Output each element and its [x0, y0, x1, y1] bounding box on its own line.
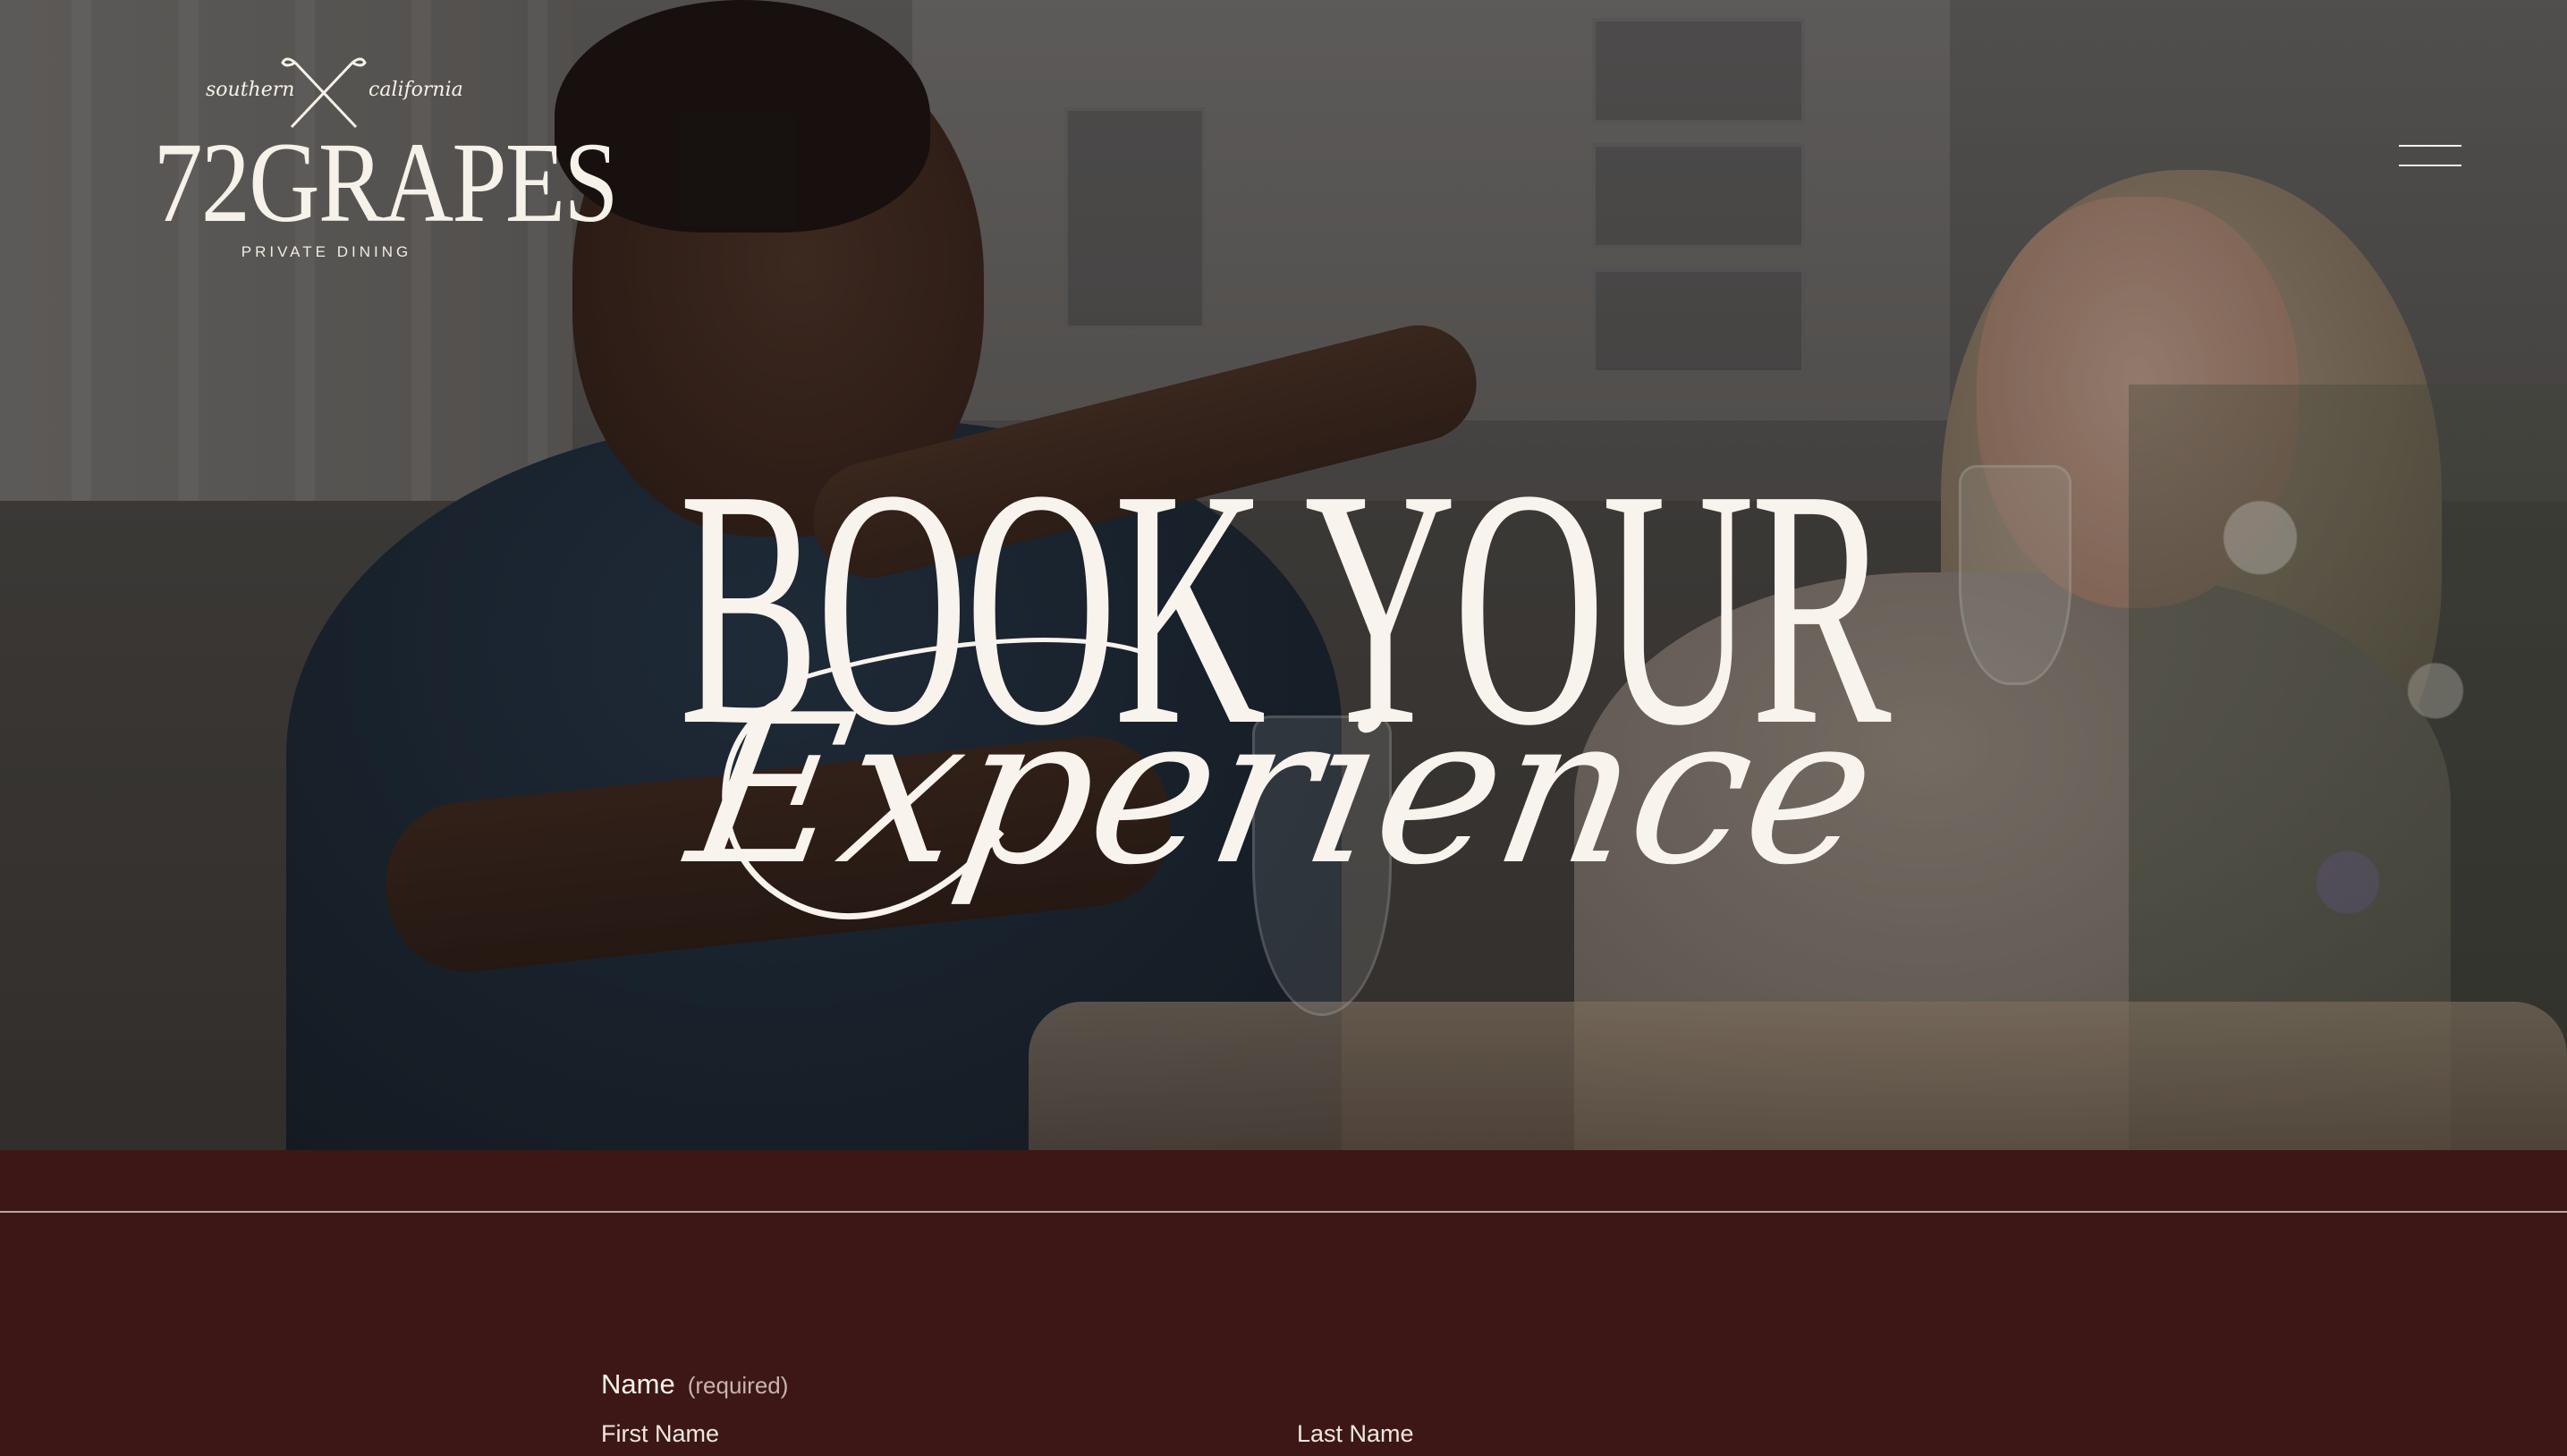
name-field-label: Name (required) [601, 1368, 788, 1401]
logo-wordmark: 72GRAPES [153, 119, 619, 246]
section-divider [0, 1211, 2567, 1213]
site-logo[interactable]: southern california 72GRAPES PRIVATE DIN… [125, 50, 619, 265]
last-name-label: Last Name [1297, 1420, 1414, 1447]
first-name-label: First Name [601, 1420, 720, 1447]
menu-icon[interactable] [2390, 134, 2461, 179]
name-label: Name [601, 1368, 675, 1400]
required-indicator: (required) [687, 1372, 789, 1399]
hero-script-title: Experience [674, 672, 1893, 910]
booking-form: Name (required) First Name Last Name [601, 1358, 1978, 1456]
hero-section: southern california 72GRAPES PRIVATE DIN… [0, 0, 2567, 1150]
logo-tag-right: california [369, 79, 463, 101]
logo-subtitle: PRIVATE DINING [241, 243, 412, 260]
